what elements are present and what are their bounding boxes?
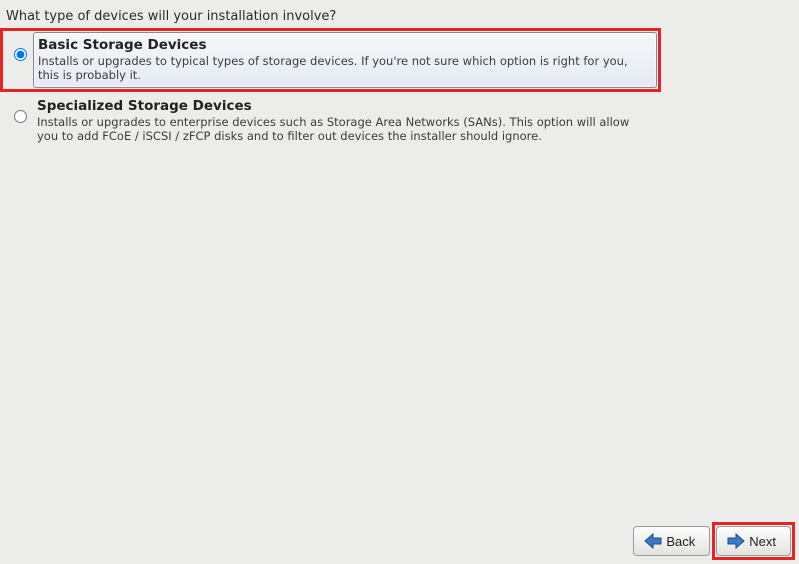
- back-button-label: Back: [666, 534, 695, 549]
- option-box-specialized[interactable]: Specialized Storage Devices Installs or …: [33, 94, 657, 148]
- next-button[interactable]: Next: [716, 526, 791, 556]
- page-question: What type of devices will your installat…: [0, 0, 799, 30]
- radio-specialized[interactable]: [14, 110, 27, 123]
- arrow-right-icon: [727, 533, 745, 549]
- option-container-basic: Basic Storage Devices Installs or upgrad…: [2, 30, 659, 90]
- option-desc-specialized: Installs or upgrades to enterprise devic…: [37, 115, 641, 144]
- radio-basic[interactable]: [14, 48, 27, 61]
- option-box-basic[interactable]: Basic Storage Devices Installs or upgrad…: [33, 32, 657, 88]
- storage-option-basic[interactable]: Basic Storage Devices Installs or upgrad…: [4, 32, 657, 88]
- option-desc-basic: Installs or upgrades to typical types of…: [38, 54, 642, 83]
- option-title-specialized: Specialized Storage Devices: [37, 98, 651, 114]
- arrow-left-icon: [644, 533, 662, 549]
- option-container-specialized: Specialized Storage Devices Installs or …: [2, 92, 659, 150]
- option-title-basic: Basic Storage Devices: [38, 37, 650, 53]
- back-button[interactable]: Back: [633, 526, 710, 556]
- next-button-label: Next: [749, 534, 776, 549]
- storage-option-specialized[interactable]: Specialized Storage Devices Installs or …: [4, 94, 657, 148]
- footer-buttons: Back Next: [633, 526, 791, 556]
- next-button-highlight: Next: [716, 526, 791, 556]
